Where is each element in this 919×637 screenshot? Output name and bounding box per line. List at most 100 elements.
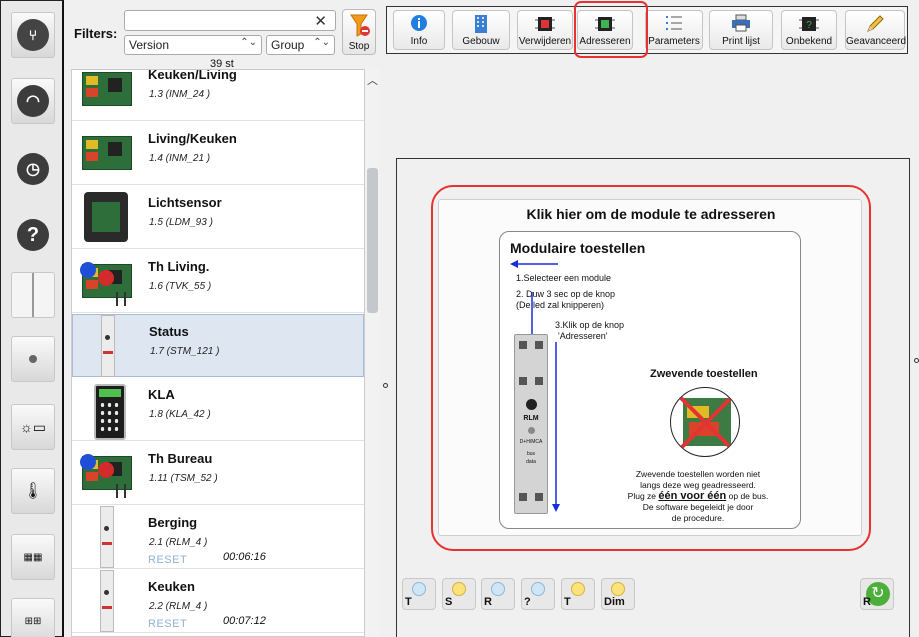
device-name: Living/Keuken (148, 131, 237, 146)
list-icon (665, 14, 683, 35)
bulb-icon (412, 582, 426, 596)
group-select-value: Group (271, 38, 305, 52)
modules-icon: ⑂ (17, 19, 49, 51)
device-thumbnail (78, 256, 134, 306)
highlight-adresseren (574, 1, 648, 58)
keypad-icon: ▦▦ (11, 534, 55, 580)
light-command-label: T (564, 596, 571, 608)
bulb-icon (611, 582, 625, 596)
module-type-rail: ⑂ ◠ ◷ ? ☼▭ 🌡 ▦▦ ⊞⊞ (0, 0, 64, 637)
thermostat-icon: 🌡 (11, 468, 55, 514)
light-command-button[interactable]: Dim (601, 578, 635, 610)
device-row[interactable]: KLA 1.8 (KLA_42 ) (72, 378, 364, 441)
toolbar-button-label: Info (410, 36, 428, 47)
device-name: KLA (148, 387, 175, 402)
device-name: Status (149, 324, 189, 339)
device-row[interactable]: Berging 2.1 (RLM_4 ) RESET 00:06:16 (72, 506, 364, 569)
toolbar-button-verwijderen[interactable]: Verwijderen (517, 10, 573, 50)
bulb-icon (531, 582, 545, 596)
chip-unknown-icon: ? (799, 14, 819, 37)
chevron-updown-icon: ⌃⌄ (313, 37, 330, 48)
device-thumbnail (78, 70, 134, 114)
device-row[interactable]: Living/Keuken 1.4 (INM_21 ) (72, 122, 364, 185)
clock-rail-button[interactable]: ◷ (7, 141, 59, 197)
device-row[interactable]: Th Living. 1.6 (TVK_55 ) (72, 250, 364, 313)
device-name: Lichtsensor (148, 195, 222, 210)
sensor-rail-button[interactable]: ☼▭ (7, 399, 59, 455)
toolbar-button-print-lijst[interactable]: Print lijst (709, 10, 773, 50)
toolbar-button-gebouw[interactable]: Gebouw (452, 10, 510, 50)
search-input[interactable]: ✕ (124, 10, 336, 31)
switch-icon (11, 272, 55, 318)
device-address: 1.8 (KLA_42 ) (149, 409, 211, 420)
device-address: 1.4 (INM_21 ) (149, 153, 211, 164)
light-command-label: T (405, 596, 412, 608)
device-address: 2.1 (RLM_4 ) (149, 537, 208, 548)
reset-link[interactable]: RESET (148, 554, 187, 566)
toolbar-button-parameters[interactable]: Parameters (645, 10, 703, 50)
push-button-icon (11, 336, 55, 382)
device-address: 1.11 (TSM_52 ) (149, 473, 218, 484)
device-list[interactable]: Keuken/Living 1.3 (INM_24 ) Living/Keuken 1… (71, 69, 365, 637)
bulb-icon (452, 582, 466, 596)
switch-rail-button[interactable] (7, 267, 59, 323)
toolbar-button-label: Gebouw (462, 36, 500, 47)
device-row[interactable]: Keuken/Living 1.3 (INM_24 ) (72, 70, 364, 121)
push-button-rail-button[interactable] (7, 331, 59, 387)
stop-button[interactable]: Stop (342, 9, 376, 55)
reset-link[interactable]: RESET (148, 618, 187, 630)
device-thumbnail (78, 506, 134, 568)
device-thumbnail (78, 448, 134, 498)
device-address: 1.7 (STM_121 ) (150, 346, 220, 357)
numpad-rail-button[interactable]: ⊞⊞ (7, 593, 59, 637)
modules-rail-button[interactable]: ⑂ (7, 7, 59, 63)
device-row[interactable]: Lichtsensor 1.5 (LDM_93 ) (72, 186, 364, 249)
device-name: Keuken (148, 579, 195, 594)
device-timer: 00:06:16 (223, 551, 266, 563)
light-command-button[interactable]: T (402, 578, 436, 610)
chip-remove-icon (535, 14, 555, 37)
device-address: 1.5 (LDM_93 ) (149, 217, 213, 228)
splitter-handle[interactable] (383, 383, 388, 388)
thermostat-rail-button[interactable]: 🌡 (7, 463, 59, 519)
device-list-scrollbar[interactable]: ︿ (365, 69, 380, 637)
bulb-icon (571, 582, 585, 596)
keypad-rail-button[interactable]: ▦▦ (7, 529, 59, 585)
light-command-button[interactable]: R (481, 578, 515, 610)
clear-icon[interactable]: ✕ (314, 12, 327, 30)
scroll-thumb[interactable] (367, 168, 378, 313)
device-thumbnail (78, 570, 134, 632)
pencil-icon (865, 14, 885, 37)
sensor-display-icon: ☼▭ (11, 404, 55, 450)
light-command-label: ? (524, 596, 531, 608)
light-command-label: S (445, 596, 453, 608)
question-icon: ? (17, 219, 49, 251)
chevron-updown-icon: ⌃⌄ (240, 37, 257, 48)
chevron-up-icon[interactable]: ︿ (365, 72, 380, 88)
refresh-label: R (863, 596, 871, 608)
toolbar-button-geavanceerd[interactable]: Geavanceerd (845, 10, 906, 50)
device-thumbnail (78, 192, 134, 242)
numpad-icon: ⊞⊞ (11, 598, 55, 637)
device-address: 2.2 (RLM_4 ) (149, 601, 208, 612)
device-row[interactable]: Keuken 2.2 (RLM_4 ) RESET 00:07:12 (72, 570, 364, 633)
device-thumbnail (78, 128, 134, 178)
light-command-button[interactable]: S (442, 578, 476, 610)
light-command-button[interactable]: T (561, 578, 595, 610)
toolbar-button-label: Parameters (648, 36, 700, 47)
toolbar-button-onbekend[interactable]: ? Onbekend (781, 10, 837, 50)
version-select[interactable]: Version ⌃⌄ (124, 35, 262, 55)
toolbar-button-info[interactable]: Info (393, 10, 445, 50)
refresh-button[interactable]: ↻ R (860, 578, 894, 610)
device-row[interactable]: Status 1.7 (STM_121 ) (72, 314, 364, 377)
splitter-handle-right[interactable] (914, 358, 919, 363)
question-rail-button[interactable]: ? (7, 207, 59, 263)
stop-label: Stop (348, 41, 370, 52)
version-select-value: Version (129, 38, 170, 52)
light-command-label: Dim (604, 596, 625, 608)
device-row[interactable]: Th Bureau 1.11 (TSM_52 ) (72, 442, 364, 505)
gauge-rail-button[interactable]: ◠ (7, 73, 59, 129)
group-select[interactable]: Group ⌃⌄ (266, 35, 335, 55)
device-name: Th Bureau (148, 451, 213, 466)
light-command-button[interactable]: ? (521, 578, 555, 610)
